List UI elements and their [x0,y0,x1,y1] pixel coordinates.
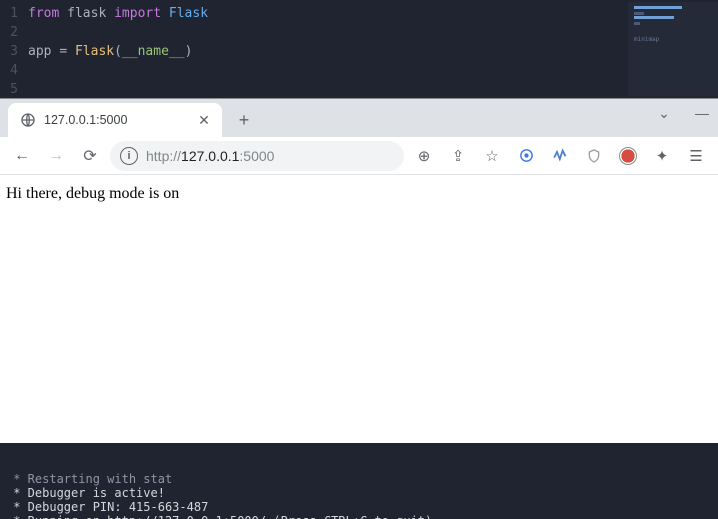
terminal-line: * Restarting with stat [6,472,712,486]
window-maximize-button[interactable]: — [690,105,714,122]
code-text: from flask import Flask [28,4,208,23]
terminal-line: * Running on http://127.0.0.1:5000/ (Pre… [6,514,712,519]
extension-icon-1[interactable] [512,142,540,170]
terminal-line: * Debugger PIN: 415-663-487 [6,500,712,514]
minimap-label: minimap [634,30,659,49]
bookmark-star-icon[interactable]: ☆ [478,142,506,170]
browser-tab[interactable]: 127.0.0.1:5000 ✕ [8,103,222,137]
editor-line[interactable]: 1from flask import Flask [0,4,718,23]
browser-window: 127.0.0.1:5000 ✕ + ⌄ — ← → ⟳ i http://12… [0,98,718,443]
shield-icon[interactable] [580,142,608,170]
url-port: :5000 [239,148,274,164]
tab-strip: 127.0.0.1:5000 ✕ + ⌄ — [0,99,718,137]
new-tab-button[interactable]: + [230,106,258,134]
back-button[interactable]: ← [8,142,36,170]
line-number: 3 [0,42,28,61]
url-host: 127.0.0.1 [181,148,239,164]
line-number: 4 [0,61,28,80]
code-editor[interactable]: 1from flask import Flask23app = Flask(__… [0,0,718,98]
browser-toolbar: ← → ⟳ i http://127.0.0.1:5000 ⊕ ⇪ ☆ [0,137,718,175]
minimap[interactable]: minimap [628,2,718,96]
address-bar[interactable]: i http://127.0.0.1:5000 [110,141,404,171]
tab-title: 127.0.0.1:5000 [44,113,188,127]
extension-icon-3[interactable] [614,142,642,170]
toolbar-right: ⊕ ⇪ ☆ ✦ ☰ [410,142,710,170]
url-scheme: http:// [146,148,181,164]
editor-line[interactable]: 2 [0,23,718,42]
window-minimize-button[interactable]: ⌄ [652,105,676,122]
close-tab-button[interactable]: ✕ [196,112,212,128]
editor-line[interactable]: 5 [0,80,718,98]
url-text: http://127.0.0.1:5000 [146,148,274,164]
terminal[interactable]: * Restarting with stat * Debugger is act… [0,443,718,519]
line-number: 2 [0,23,28,42]
line-number: 1 [0,4,28,23]
code-text: app = Flask(__name__) [28,42,192,61]
zoom-icon[interactable]: ⊕ [410,142,438,170]
menu-button[interactable]: ☰ [682,142,710,170]
extension-icon-2[interactable] [546,142,574,170]
page-body-text: Hi there, debug mode is on [6,185,712,203]
site-info-icon[interactable]: i [120,147,138,165]
share-icon[interactable]: ⇪ [444,142,472,170]
window-controls: ⌄ — [652,105,714,122]
globe-icon [20,112,36,128]
line-number: 5 [0,80,28,98]
extensions-puzzle-icon[interactable]: ✦ [648,142,676,170]
forward-button[interactable]: → [42,142,70,170]
editor-line[interactable]: 3app = Flask(__name__) [0,42,718,61]
editor-line[interactable]: 4 [0,61,718,80]
reload-button[interactable]: ⟳ [76,142,104,170]
page-viewport[interactable]: Hi there, debug mode is on [0,175,718,443]
terminal-line: * Debugger is active! [6,486,712,500]
